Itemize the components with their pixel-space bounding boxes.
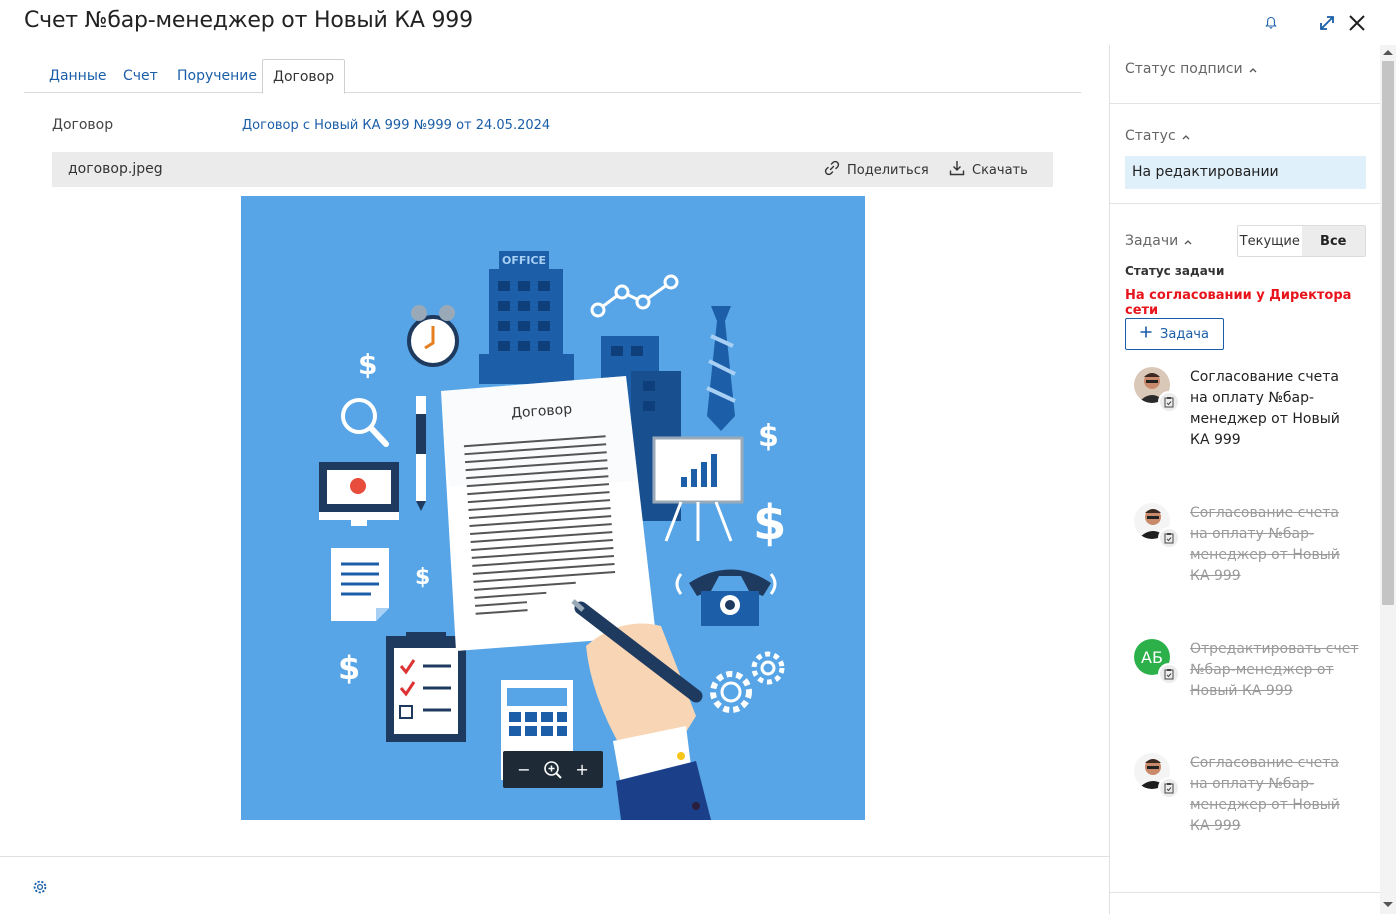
clipboard-icon	[1158, 777, 1180, 799]
task-title: Согласование счета на оплату №бар-менедж…	[1190, 755, 1340, 834]
status-label: Статус	[1125, 128, 1176, 144]
close-icon[interactable]	[1346, 12, 1368, 34]
expand-icon[interactable]	[1316, 12, 1338, 34]
contract-label: Договор	[52, 117, 114, 133]
add-task-button[interactable]: Задача	[1125, 318, 1224, 350]
chevron-up-icon	[1184, 233, 1192, 249]
download-icon	[948, 159, 966, 181]
svg-text:$: $	[753, 495, 786, 551]
svg-text:$: $	[758, 419, 779, 454]
contract-link[interactable]: Договор с Новый КА 999 №999 от 24.05.202…	[242, 118, 550, 133]
link-icon	[823, 159, 841, 181]
right-panel: Статус подписи Статус На редактировании …	[1109, 45, 1381, 914]
page-title: Счет №бар-менеджер от Новый КА 999	[24, 8, 473, 33]
download-label: Скачать	[972, 162, 1028, 178]
tasks-label: Задачи	[1125, 233, 1179, 249]
panel-divider	[1110, 103, 1381, 104]
scroll-thumb[interactable]	[1382, 61, 1394, 605]
task-filter-toggle: Текущие Все	[1237, 225, 1366, 257]
status-value: На редактировании	[1125, 156, 1366, 189]
bell-icon[interactable]	[1260, 12, 1282, 34]
clipboard-icon	[1158, 391, 1180, 413]
tasks-toggle[interactable]: Задачи	[1125, 233, 1192, 249]
clipboard-icon	[1158, 663, 1180, 685]
filter-all-button[interactable]: Все	[1301, 226, 1365, 256]
add-task-label: Задача	[1160, 326, 1209, 342]
chevron-up-icon	[1182, 128, 1190, 144]
zoom-icon[interactable]	[543, 760, 563, 780]
status-toggle[interactable]: Статус	[1125, 128, 1190, 144]
zoom-controls: − +	[503, 751, 603, 788]
settings-gear-icon[interactable]	[32, 879, 48, 895]
task-title: Согласование счета на оплату №бар-менедж…	[1190, 369, 1340, 448]
download-button[interactable]: Скачать	[948, 160, 1028, 180]
svg-text:$: $	[415, 565, 430, 590]
zoom-out-button[interactable]: −	[517, 760, 530, 779]
signature-status-label: Статус подписи	[1125, 61, 1243, 77]
filter-current-button[interactable]: Текущие	[1238, 226, 1302, 256]
svg-text:$: $	[358, 348, 377, 381]
task-title: Согласование счета на оплату №бар-менедж…	[1190, 505, 1340, 584]
tab-contract[interactable]: Договор	[262, 59, 346, 94]
office-sign: OFFICE	[502, 254, 546, 267]
file-name: договор.jpeg	[68, 161, 163, 177]
file-toolbar: договор.jpeg Поделиться Скачать	[52, 152, 1053, 187]
task-title: Отредактировать счет №бар-менеджер от Но…	[1190, 641, 1359, 699]
scroll-up-icon[interactable]	[1383, 50, 1393, 55]
svg-text:$: $	[338, 649, 360, 687]
plus-icon	[1140, 326, 1152, 342]
scroll-down-icon[interactable]	[1383, 902, 1393, 907]
panel-divider	[1110, 892, 1381, 893]
scrollbar[interactable]	[1380, 45, 1396, 914]
tab-bar: Данные Счет Поручение Договор	[24, 59, 1081, 94]
task-status-label: Статус задачи	[1125, 264, 1225, 278]
footer-divider	[0, 856, 1109, 857]
tab-order[interactable]: Поручение	[177, 59, 257, 93]
tab-data[interactable]: Данные	[49, 59, 107, 93]
signature-status-toggle[interactable]: Статус подписи	[1125, 61, 1257, 77]
task-status-value: На согласовании у Директора сети	[1125, 288, 1352, 318]
tab-invoice[interactable]: Счет	[123, 59, 158, 93]
panel-divider	[1110, 203, 1381, 204]
share-button[interactable]: Поделиться	[823, 160, 929, 180]
zoom-in-button[interactable]: +	[575, 760, 588, 779]
contract-illustration: OFFICE $ $ $ $ $ Договор	[319, 251, 786, 820]
clipboard-icon	[1158, 527, 1180, 549]
share-label: Поделиться	[847, 162, 929, 178]
chevron-up-icon	[1249, 61, 1257, 77]
document-image-viewer[interactable]: OFFICE $ $ $ $ $ Договор − +	[241, 196, 865, 820]
